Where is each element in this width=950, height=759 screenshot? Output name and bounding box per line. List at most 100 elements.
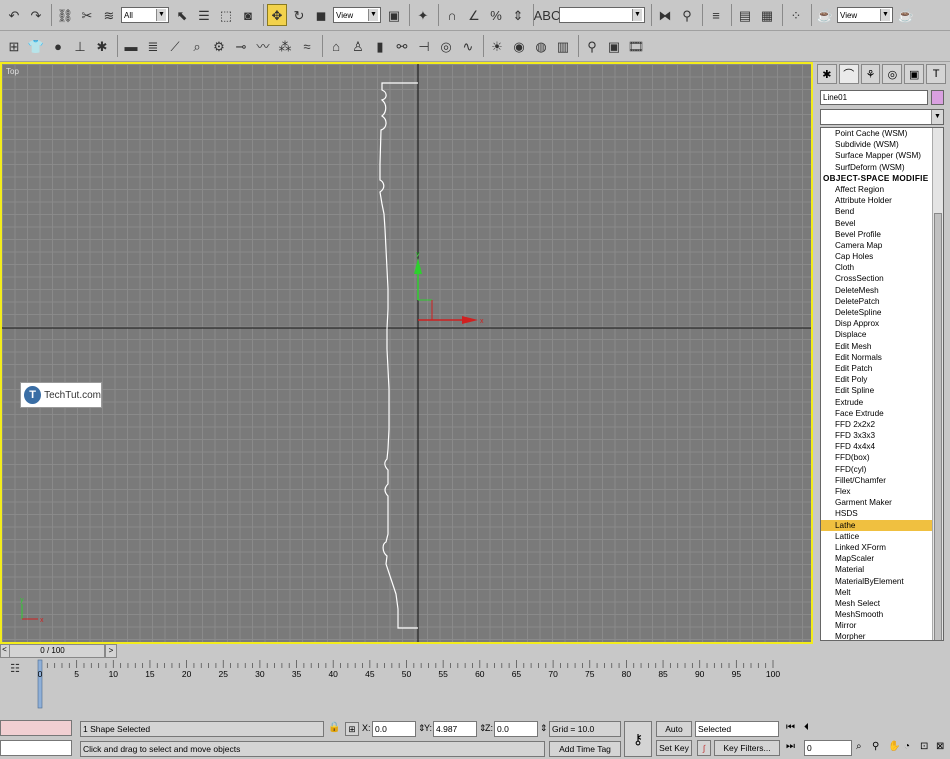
selection-lock-icon[interactable]: 🔒 — [328, 722, 340, 733]
select-object-icon[interactable]: ⬉ — [172, 4, 192, 26]
align-icon[interactable]: ⚲ — [677, 4, 697, 26]
rope-icon[interactable]: ⟋ — [165, 35, 185, 57]
modifier-list-item[interactable]: MaterialByElement — [821, 576, 933, 587]
car-wheel-icon[interactable]: ◎ — [436, 35, 456, 57]
named-selection-select[interactable]: ▼ — [559, 7, 645, 23]
render-view-select[interactable]: View ▼ — [837, 7, 893, 23]
scrollbar-thumb[interactable] — [934, 213, 942, 640]
orbit-icon[interactable]: ◔ — [904, 741, 910, 752]
fracture-icon[interactable]: ≣ — [143, 35, 163, 57]
modifier-list-item[interactable]: Edit Spline — [821, 385, 933, 396]
pivot-center-icon[interactable]: ▣ — [384, 4, 404, 26]
modifier-list-item[interactable]: Cap Holes — [821, 251, 933, 262]
modifier-list-item[interactable]: Edit Poly — [821, 374, 933, 385]
selection-filter-select[interactable]: All ▼ — [121, 7, 169, 23]
mirror-icon[interactable]: ⧓ — [655, 4, 675, 26]
toy-car-icon[interactable]: ▬ — [121, 35, 141, 57]
water-icon[interactable]: 〰 — [253, 35, 273, 57]
modifier-list-item[interactable]: Affect Region — [821, 184, 933, 195]
modifier-list-item[interactable]: Extrude — [821, 397, 933, 408]
modifier-list-item[interactable]: Camera Map — [821, 240, 933, 251]
modifier-list-item[interactable]: Material — [821, 564, 933, 575]
prismatic-icon[interactable]: ⊣ — [414, 35, 434, 57]
play-icon[interactable]: ☀ — [487, 35, 507, 57]
time-config-icon[interactable]: ⌕ — [856, 741, 862, 752]
magnify-icon[interactable]: ⚲ — [582, 35, 602, 57]
default-tangent-icon[interactable]: ∫ — [697, 740, 711, 756]
angle-snap-icon[interactable]: ∠ — [464, 4, 484, 26]
reactor-icon[interactable]: ⊞ — [4, 35, 24, 57]
gizmo-y-arrow-icon[interactable] — [414, 258, 422, 274]
pan-view-icon[interactable]: ✋ — [888, 741, 900, 752]
modifier-list-item[interactable]: Attribute Holder — [821, 195, 933, 206]
modifier-list-item[interactable]: CrossSection — [821, 273, 933, 284]
maximize-viewport-icon[interactable]: ⊡ — [920, 741, 928, 752]
hinge-icon[interactable]: ▮ — [370, 35, 390, 57]
modifier-list-item[interactable]: FFD 4x4x4 — [821, 441, 933, 452]
modifier-list-dropdown[interactable]: ▼ — [820, 109, 944, 125]
select-move-icon[interactable]: ✥ — [267, 4, 287, 26]
modifier-list-item[interactable]: Lathe — [821, 519, 933, 531]
modifier-list[interactable]: Point Cache (WSM) Subdivide (WSM) Surface … — [820, 127, 944, 641]
current-time-marker[interactable] — [37, 659, 43, 709]
modifier-list-item[interactable]: Lattice — [821, 531, 933, 542]
render-scene-icon[interactable]: ☕ — [815, 4, 835, 26]
field-of-view-icon[interactable]: ⊠ — [936, 741, 944, 752]
modifier-list-item[interactable]: Garment Maker — [821, 497, 933, 508]
auto-key-button[interactable]: Auto Key — [656, 721, 692, 749]
modify-tab-icon[interactable]: ⌒ — [838, 64, 859, 84]
render-preview-icon[interactable]: ▣ — [604, 35, 624, 57]
rect-selection-icon[interactable]: ⬚ — [216, 4, 236, 26]
set-key-button[interactable]: Set Key — [656, 740, 692, 756]
curve-editor-icon[interactable]: ▤ — [735, 4, 755, 26]
modifier-list-item[interactable]: FFD 2x2x2 — [821, 419, 933, 430]
modifier-list-item[interactable]: MeshSmooth — [821, 609, 933, 620]
go-to-start-icon[interactable]: ⏮ — [786, 722, 795, 733]
select-scale-icon[interactable]: ◼ — [311, 4, 331, 26]
material-editor-icon[interactable]: ⁘ — [786, 4, 806, 26]
prev-frame-button[interactable]: < — [0, 644, 10, 658]
modifier-list-item[interactable]: Mesh Select — [821, 598, 933, 609]
properties-icon[interactable]: ▥ — [553, 35, 573, 57]
modifier-list-item[interactable]: Displace — [821, 329, 933, 340]
motion-tab-icon[interactable]: ◎ — [882, 64, 903, 84]
undo-icon[interactable]: ↶ — [4, 4, 24, 26]
modifier-list-item[interactable]: SurfDeform (WSM) — [821, 162, 933, 173]
viewport-label[interactable]: Top — [6, 67, 19, 76]
modifier-list-item[interactable]: Edit Patch — [821, 363, 933, 374]
object-name-field[interactable]: Line01 — [820, 90, 928, 105]
top-viewport[interactable]: x y x y Top T TechTut.com — [0, 62, 813, 644]
edit-named-selection-icon[interactable]: ABC — [534, 4, 561, 26]
gizmo-x-arrow-icon[interactable] — [462, 316, 478, 324]
line01-spline[interactable] — [379, 82, 418, 629]
bind-spacewarp-icon[interactable]: ≋ — [99, 4, 119, 26]
maxscript-listener-mini[interactable] — [0, 720, 72, 736]
x-coord-field[interactable]: 0.0 — [372, 721, 416, 737]
modifier-list-item[interactable]: Bevel — [821, 218, 933, 229]
z-spinner-icon[interactable]: ⇕ — [540, 723, 548, 734]
modifier-list-item[interactable]: HSDS — [821, 508, 933, 519]
create-animation-icon[interactable]: ⌂ — [326, 35, 346, 57]
sphere-icon[interactable]: ● — [48, 35, 68, 57]
modifier-list-item[interactable]: Edit Normals — [821, 352, 933, 363]
layer-manager-icon[interactable]: ≡ — [706, 4, 726, 26]
hierarchy-tab-icon[interactable]: ⚘ — [860, 64, 881, 84]
schematic-view-icon[interactable]: ▦ — [757, 4, 777, 26]
previous-frame-icon[interactable]: ⏴ — [804, 722, 809, 733]
modifier-list-item[interactable]: Linked XForm — [821, 542, 933, 553]
z-coord-field[interactable]: 0.0 — [494, 721, 538, 737]
time-slider-thumb[interactable]: 0 / 100 — [0, 644, 105, 658]
modifier-list-item[interactable]: Point Cache (WSM) — [821, 128, 933, 139]
time-slider[interactable]: 0 / 100 < > — [0, 644, 813, 658]
modifier-list-item[interactable]: MapScaler — [821, 553, 933, 564]
modifier-list-item[interactable]: Cloth — [821, 262, 933, 273]
wind-icon[interactable]: ⌕ — [187, 35, 207, 57]
track-bar-area[interactable] — [36, 678, 813, 710]
modifier-list-item[interactable]: Edit Mesh — [821, 341, 933, 352]
current-frame-field[interactable]: 0 — [804, 740, 852, 756]
unlink-icon[interactable]: ✂ — [77, 4, 97, 26]
modifier-list-item[interactable]: Bevel Profile — [821, 229, 933, 240]
set-keyframe-key-icon[interactable]: ⚷ — [624, 721, 652, 757]
percent-snap-icon[interactable]: % — [486, 4, 506, 26]
analyze-icon[interactable]: ⁂ — [275, 35, 295, 57]
